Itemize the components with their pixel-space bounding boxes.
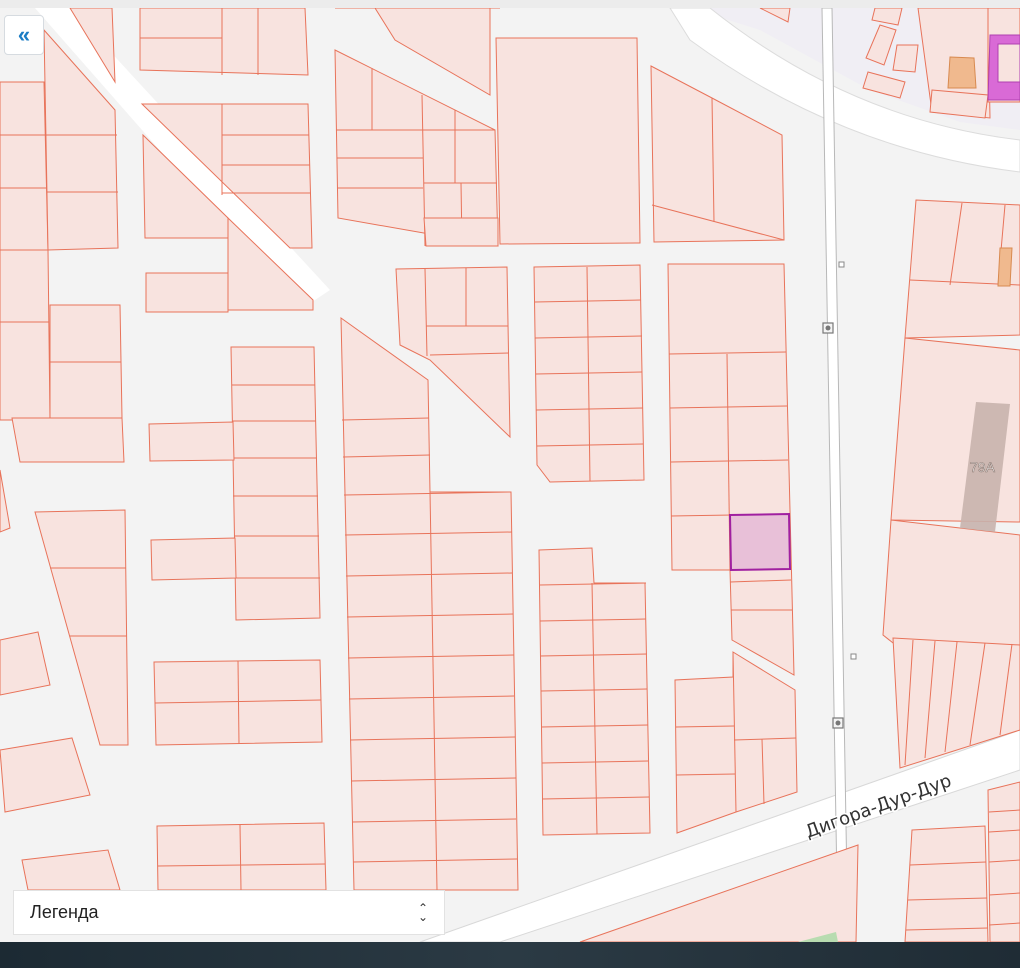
double-chevron-left-icon: «: [17, 22, 31, 47]
map-canvas[interactable]: Дигора-Дур-Дур 79А: [0, 8, 1020, 942]
legend-dropdown[interactable]: Легенда ⌃ ⌄: [13, 890, 445, 935]
taskbar: [0, 942, 1020, 968]
parcels-block-mid-2: [533, 264, 645, 483]
parcels-block-col-c: [674, 651, 798, 834]
parcels-right: [882, 199, 1020, 942]
parcels-block-mid-3: [667, 263, 795, 676]
map-svg: Дигора-Дур-Дур 79А: [0, 8, 1020, 942]
selected-parcel[interactable]: [728, 512, 792, 572]
parcels-block-ne: [650, 65, 785, 243]
parcels-left: [0, 8, 129, 891]
building-number-label: 79А: [970, 459, 996, 475]
parcels-block-col-b: [538, 547, 651, 836]
building-orange-top: [947, 56, 977, 89]
parcels-block-col-a: [148, 346, 327, 891]
collapse-panel-button[interactable]: «: [4, 15, 44, 55]
building-orange-right: [997, 247, 1013, 287]
legend-label: Легенда: [30, 902, 99, 922]
chevron-up-down-icon[interactable]: ⌃ ⌄: [418, 902, 428, 923]
